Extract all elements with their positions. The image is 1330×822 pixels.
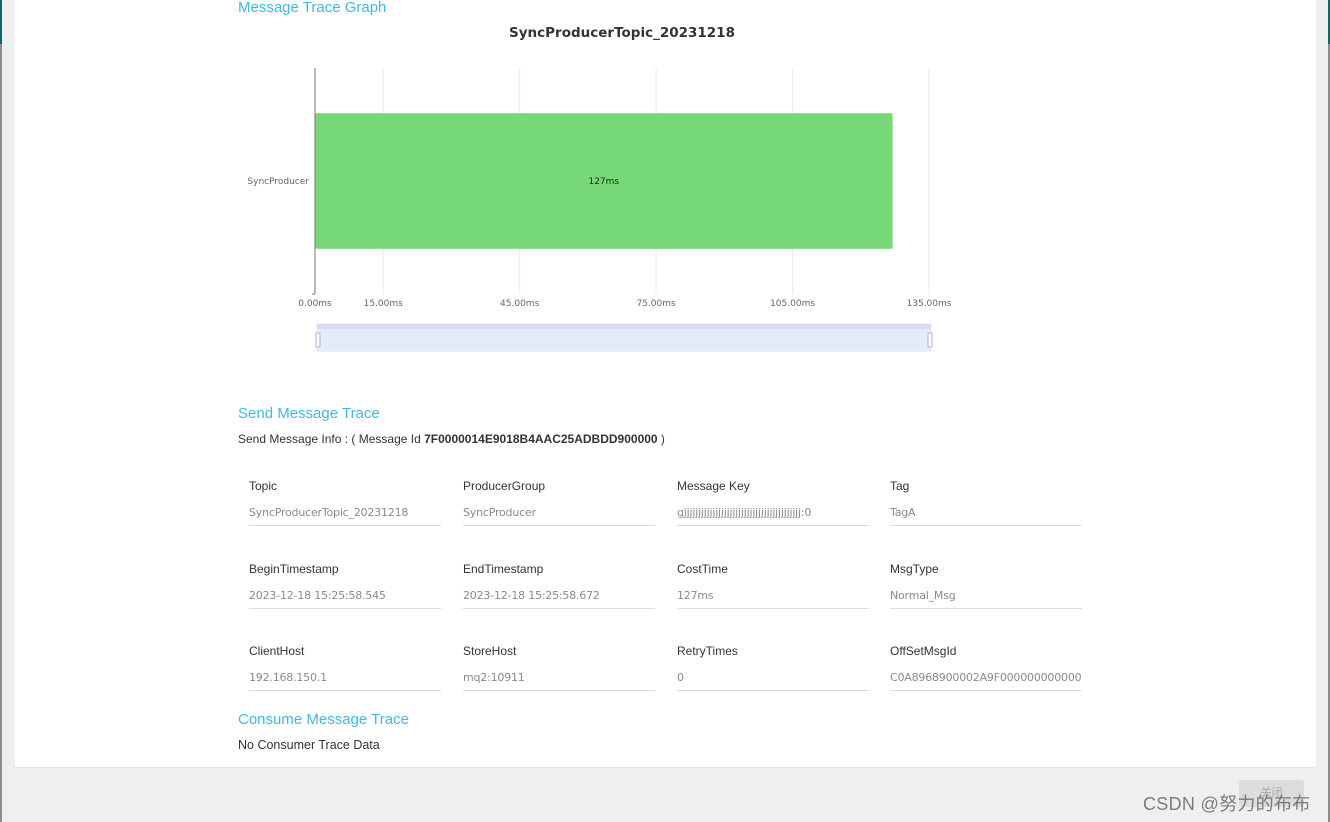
field-storehost: StoreHost mq2:10911 [463, 644, 655, 691]
message-id: 7F0000014E9018B4AAC25ADBDD900000 [424, 432, 658, 446]
field-value[interactable]: TagA [890, 506, 1082, 526]
data-zoom-right-handle[interactable] [927, 332, 933, 348]
field-label: ClientHost [249, 644, 305, 658]
background-header-edge [0, 0, 2, 44]
field-value[interactable]: gjjjjjjjjjjjjjjjjjjjjjjjjjjjjjjjjjjjjjjj… [677, 506, 869, 526]
field-costtime: CostTime 127ms [677, 562, 869, 609]
trace-chart-svg: 127ms SyncProducer 0.00ms 15.00ms 45.00ms 75.… [247, 68, 952, 352]
x-tick-label: 15.00ms [364, 299, 404, 309]
message-trace-dialog: Message Trace Graph SyncProducerTopic_20… [15, 0, 1316, 768]
field-clienthost: ClientHost 192.168.150.1 [249, 644, 441, 691]
field-value[interactable]: C0A8968900002A9F0000000000000 [890, 671, 1082, 691]
field-label: OffSetMsgId [890, 644, 957, 658]
field-tag: Tag TagA [890, 479, 1082, 526]
field-value[interactable]: SyncProducerTopic_20231218 [249, 506, 441, 526]
x-tick-label: 75.00ms [636, 299, 676, 309]
field-offsetmsgid: OffSetMsgId C0A8968900002A9F0000000000000 [890, 644, 1082, 691]
field-value[interactable]: 127ms [677, 589, 869, 609]
field-value[interactable]: 2023-12-18 15:25:58.545 [249, 589, 441, 609]
field-retrytimes: RetryTimes 0 [677, 644, 869, 691]
x-tick-label: 45.00ms [500, 299, 540, 309]
field-producergroup: ProducerGroup SyncProducer [463, 479, 655, 526]
field-label: Tag [890, 479, 910, 493]
field-label: ProducerGroup [463, 479, 546, 493]
field-label: RetryTimes [677, 644, 738, 658]
no-consumer-trace-text: No Consumer Trace Data [238, 738, 380, 752]
data-zoom-move-handle[interactable] [317, 324, 931, 329]
x-tick-label: 105.00ms [770, 299, 815, 309]
x-tick-label: 135.00ms [907, 299, 952, 309]
field-msgtype: MsgType Normal_Msg [890, 562, 1082, 609]
field-value[interactable]: SyncProducer [463, 506, 655, 526]
field-label: CostTime [677, 562, 728, 576]
field-label: Topic [249, 479, 278, 493]
field-message-key: Message Key gjjjjjjjjjjjjjjjjjjjjjjjjjjjj… [677, 479, 869, 526]
trace-chart: SyncProducerTopic_20231218 127ms SyncProd… [15, 0, 1015, 370]
field-endtimestamp: EndTimestamp 2023-12-18 15:25:58.672 [463, 562, 655, 609]
send-info-suffix: ) [657, 432, 665, 446]
send-message-trace-title: Send Message Trace [238, 405, 380, 422]
data-zoom-selection[interactable] [317, 329, 931, 351]
y-tick-label: SyncProducer [247, 177, 309, 187]
field-begintimestamp: BeginTimestamp 2023-12-18 15:25:58.545 [249, 562, 441, 609]
field-label: BeginTimestamp [249, 562, 339, 576]
field-label: EndTimestamp [463, 562, 544, 576]
background-window-edge [0, 0, 2, 822]
field-value[interactable]: 0 [677, 671, 869, 691]
send-message-info: Send Message Info : ( Message Id 7F00000… [238, 432, 665, 446]
field-topic: Topic SyncProducerTopic_20231218 [249, 479, 441, 526]
field-value[interactable]: 2023-12-18 15:25:58.672 [463, 589, 655, 609]
field-label: StoreHost [463, 644, 517, 658]
field-label: MsgType [890, 562, 939, 576]
data-zoom-left-handle[interactable] [315, 332, 321, 348]
send-info-prefix: Send Message Info : ( Message Id [238, 432, 425, 446]
field-value[interactable]: 192.168.150.1 [249, 671, 441, 691]
field-value[interactable]: mq2:10911 [463, 671, 655, 691]
x-tick-label: 0.00ms [298, 299, 332, 309]
bar-data-label: 127ms [588, 177, 619, 187]
field-value[interactable]: Normal_Msg [890, 589, 1082, 609]
field-label: Message Key [677, 479, 750, 493]
consume-message-trace-title: Consume Message Trace [238, 711, 409, 728]
watermark: CSDN @努力的布布 [1143, 794, 1311, 814]
